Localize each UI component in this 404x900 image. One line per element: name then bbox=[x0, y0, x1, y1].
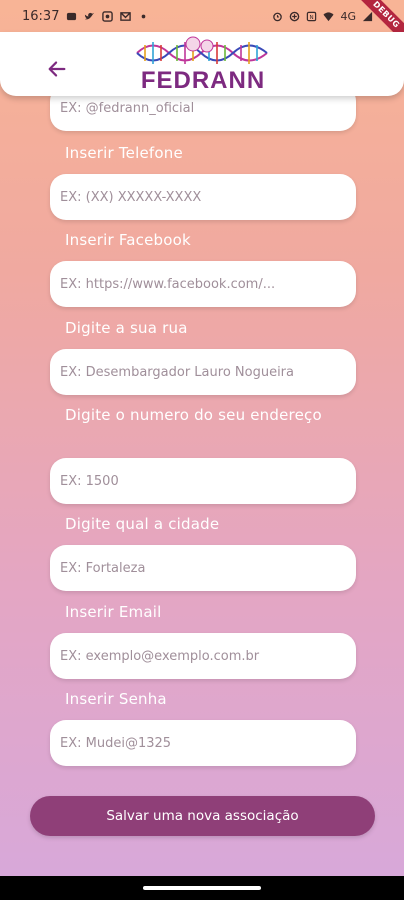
back-button[interactable] bbox=[40, 52, 74, 86]
navigation-bar bbox=[0, 876, 404, 900]
signal-icon bbox=[362, 11, 373, 21]
alarm-icon bbox=[273, 12, 283, 21]
notification-icon bbox=[67, 12, 77, 20]
app-bar: FEDRANN bbox=[0, 32, 404, 96]
phone-input[interactable] bbox=[50, 174, 356, 220]
city-input[interactable] bbox=[50, 545, 356, 591]
network-type: 4G bbox=[340, 9, 356, 23]
data-saver-icon bbox=[290, 11, 300, 21]
dna-helix-icon bbox=[136, 36, 268, 64]
photos-icon bbox=[102, 10, 114, 22]
city-label: Digite qual a cidade bbox=[65, 515, 220, 533]
email-label: Inserir Email bbox=[65, 603, 162, 621]
password-input[interactable] bbox=[50, 720, 356, 766]
facebook-label: Inserir Facebook bbox=[65, 231, 191, 249]
address-number-label: Digite o numero do seu endereço bbox=[65, 406, 322, 424]
logo-text: FEDRANN bbox=[140, 67, 266, 94]
facebook-input[interactable] bbox=[50, 261, 356, 307]
arrow-left-icon bbox=[48, 61, 66, 77]
clock: 16:37 bbox=[22, 8, 60, 24]
more-notifications-dot-icon bbox=[142, 14, 146, 18]
status-bar: 16:37 N 4G DEBUG bbox=[0, 0, 404, 49]
address-number-input[interactable] bbox=[50, 458, 356, 504]
wifi-icon bbox=[323, 11, 335, 21]
nfc-icon: N bbox=[307, 11, 317, 21]
fedrann-logo: FEDRANN bbox=[133, 36, 273, 94]
save-association-button[interactable]: Salvar uma nova associação bbox=[30, 796, 375, 836]
password-label: Inserir Senha bbox=[65, 690, 167, 708]
home-gesture-handle[interactable] bbox=[143, 886, 261, 890]
street-label: Digite a sua rua bbox=[65, 319, 188, 337]
street-input[interactable] bbox=[50, 349, 356, 395]
twitter-icon bbox=[85, 12, 95, 19]
email-input[interactable] bbox=[50, 633, 356, 679]
gmail-icon bbox=[120, 11, 132, 21]
svg-text:N: N bbox=[310, 14, 314, 20]
phone-label: Inserir Telefone bbox=[65, 144, 183, 162]
